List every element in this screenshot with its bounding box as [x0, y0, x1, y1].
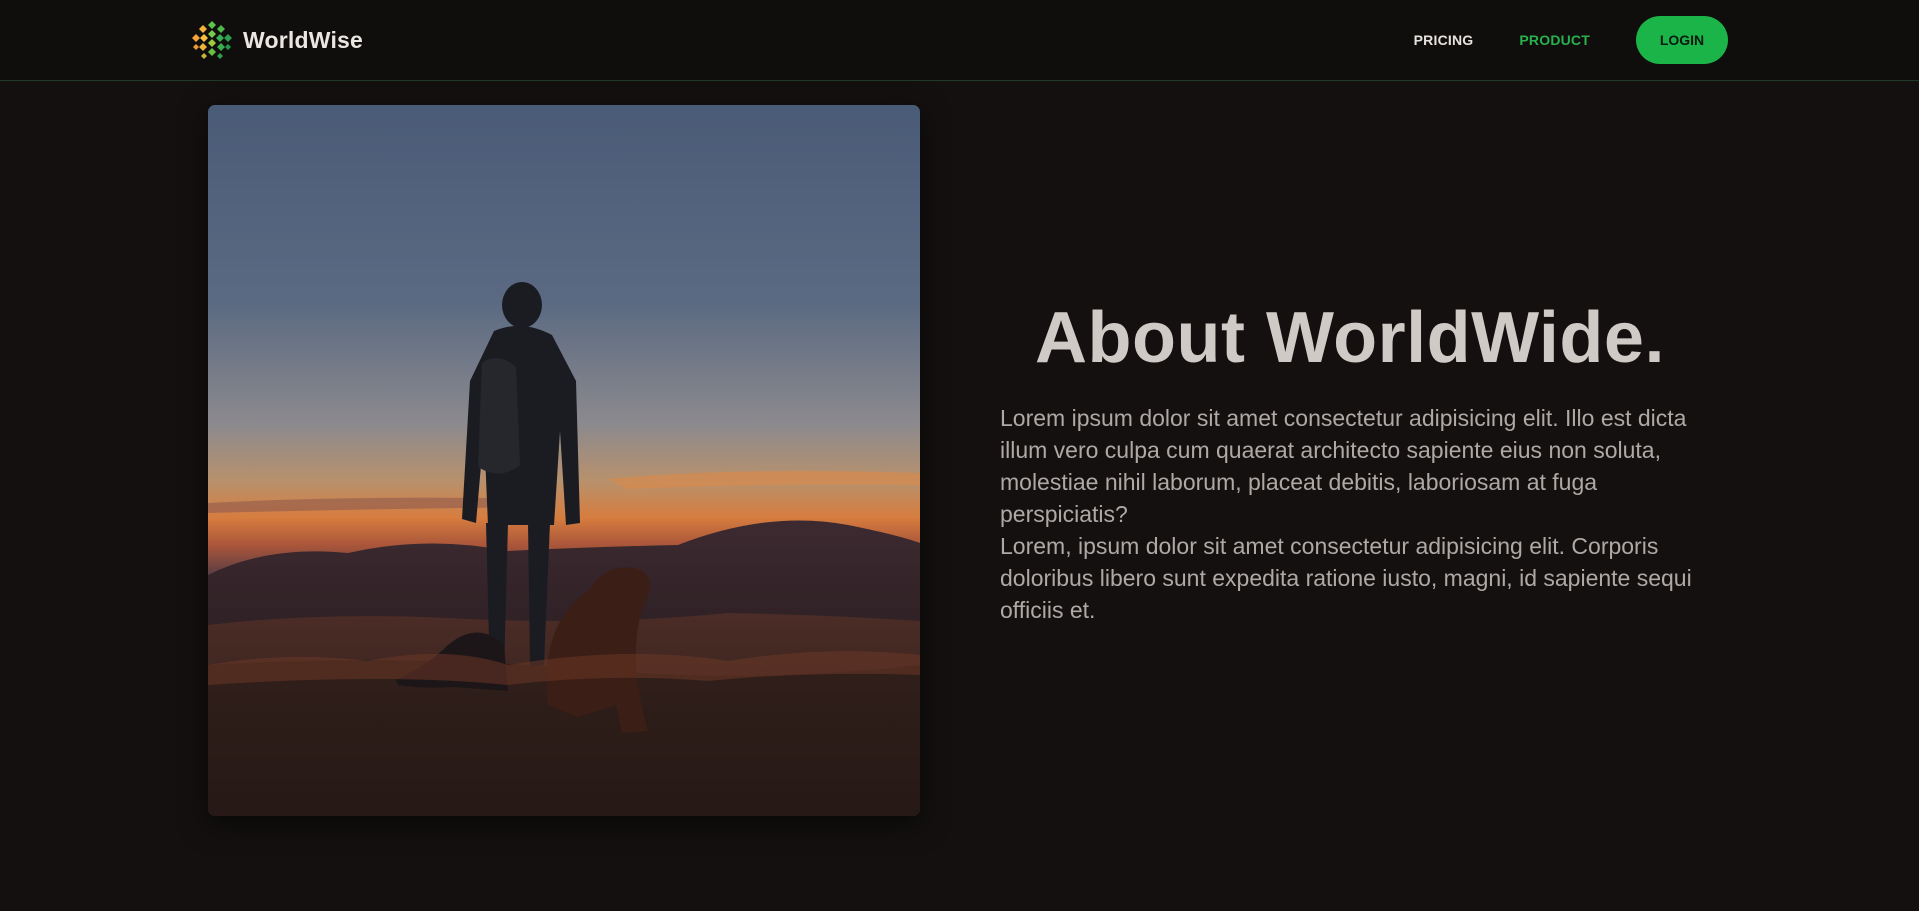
- nav-link-pricing[interactable]: PRICING: [1414, 32, 1474, 48]
- page-title: About WorldWide.: [1035, 298, 1665, 378]
- logo-text: WorldWise: [243, 26, 364, 53]
- about-text: Lorem ipsum dolor sit amet consectetur a…: [1000, 402, 1710, 626]
- login-button[interactable]: LOGIN: [1636, 16, 1728, 64]
- nav-link-product[interactable]: PRODUCT: [1519, 32, 1590, 48]
- page: WorldWise PRICING PRODUCT LOGIN About Wo…: [0, 0, 1919, 911]
- top-navigation: WorldWise PRICING PRODUCT LOGIN: [0, 0, 1919, 81]
- nav-links: PRICING PRODUCT LOGIN: [1414, 16, 1728, 64]
- about-paragraph: Lorem, ipsum dolor sit amet consectetur …: [1000, 533, 1692, 623]
- landscape-photo-icon: [208, 105, 920, 816]
- hero-image: [208, 105, 920, 816]
- about-paragraph: Lorem ipsum dolor sit amet consectetur a…: [1000, 405, 1687, 527]
- globe-logo-icon: [192, 20, 232, 60]
- logo-link[interactable]: WorldWise: [191, 19, 363, 61]
